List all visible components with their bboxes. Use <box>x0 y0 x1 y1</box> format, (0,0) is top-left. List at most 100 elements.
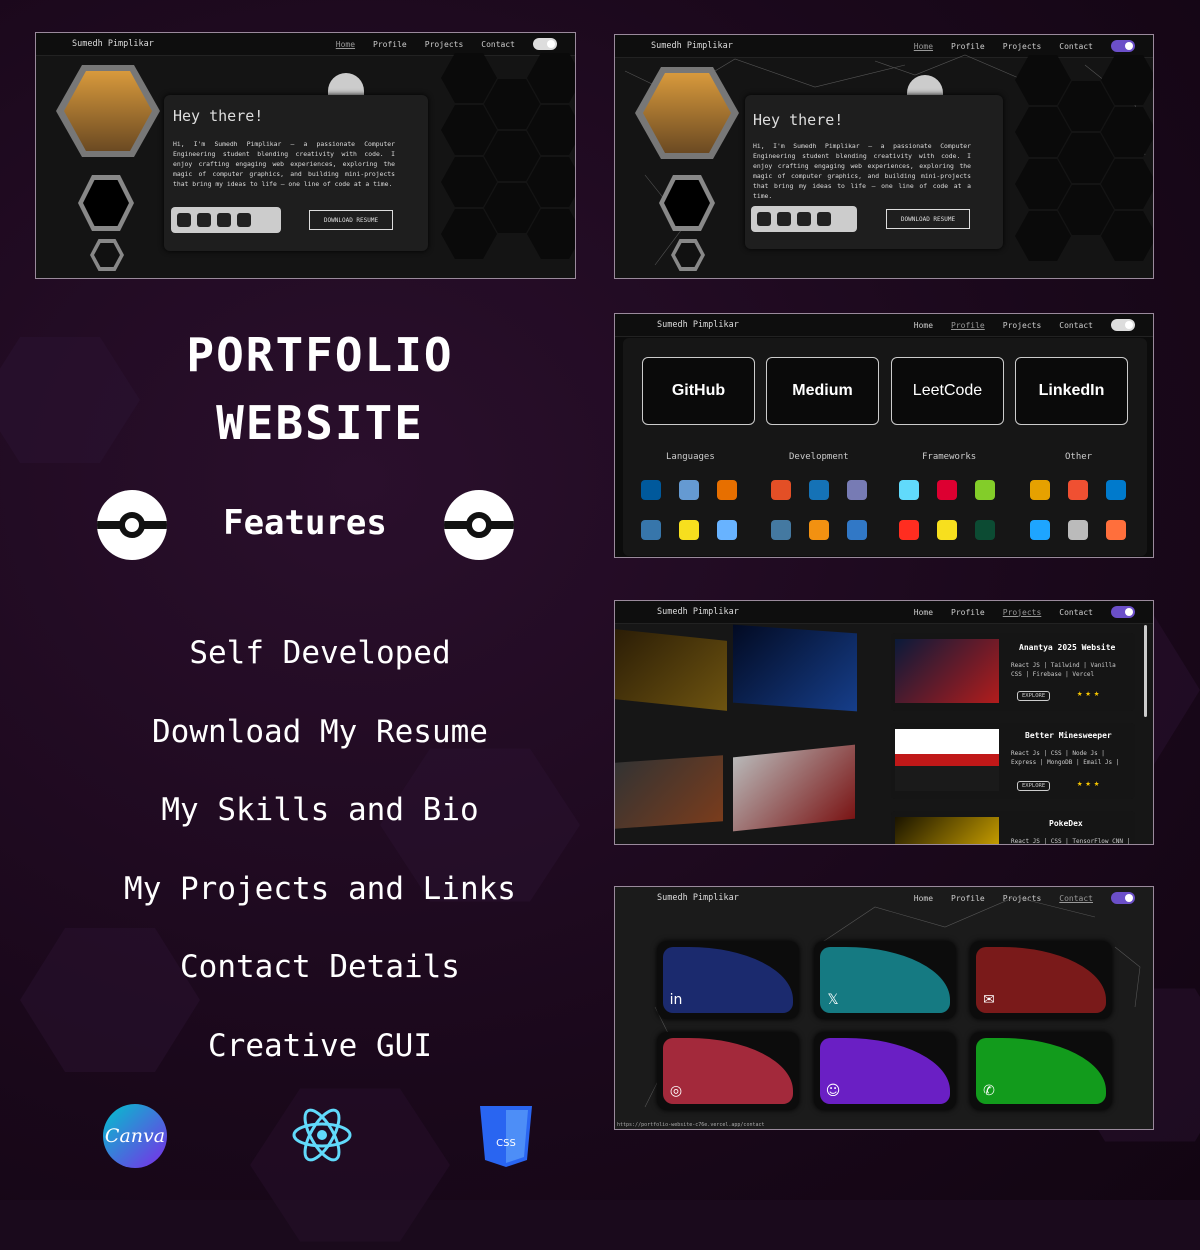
skill-icon <box>975 520 995 540</box>
whatsapp-button[interactable] <box>817 212 831 226</box>
greeting: Hey there! <box>753 111 844 129</box>
linkedin-button[interactable] <box>217 213 231 227</box>
nav-projects[interactable]: Projects <box>425 40 464 49</box>
whatsapp-button[interactable] <box>237 213 251 227</box>
nav-home[interactable]: Home <box>336 40 355 49</box>
avatar <box>56 65 160 157</box>
discord-icon: ☺ <box>825 1083 841 1099</box>
hex-tile <box>441 53 497 103</box>
category-other: Other <box>1065 452 1093 462</box>
nav-contact[interactable]: Contact <box>1059 608 1093 617</box>
category-languages: Languages <box>666 452 715 462</box>
nav-contact[interactable]: Contact <box>1059 321 1093 330</box>
linkedin-label: LinkedIn <box>1038 382 1105 399</box>
leetcode-link[interactable]: LeetCode <box>891 357 1004 425</box>
project-title: PokeDex <box>1049 819 1083 828</box>
github-link[interactable]: GitHub <box>642 357 755 425</box>
telegram-button[interactable] <box>757 212 771 226</box>
download-resume-button[interactable]: DOWNLOAD RESUME <box>309 210 393 230</box>
page-title-line2: WEBSITE <box>216 396 424 450</box>
skill-icon <box>809 480 829 500</box>
nav-home[interactable]: Home <box>914 608 933 617</box>
whatsapp-icon: ✆ <box>983 1083 995 1099</box>
screenshot-home-dark: Sumedh Pimplikar Home Profile Projects C… <box>614 34 1154 279</box>
brand-name: Sumedh Pimplikar <box>72 39 154 49</box>
page-title: PORTFOLIO <box>186 328 454 382</box>
project-card: Better Minesweeper React Js | CSS | Node… <box>891 723 1135 799</box>
hex-decoration <box>90 239 124 271</box>
project-card: PokeDex React JS | CSS | TensorFlow CNN … <box>891 811 1135 844</box>
nav-profile[interactable]: Profile <box>951 608 985 617</box>
theme-toggle[interactable] <box>533 38 557 50</box>
skill-icon <box>1068 480 1088 500</box>
feature-item: My Projects and Links <box>124 871 516 907</box>
nav-projects[interactable]: Projects <box>1003 321 1042 330</box>
skill-icon <box>641 520 661 540</box>
brand-name: Sumedh Pimplikar <box>657 607 739 617</box>
feature-item: Creative GUI <box>208 1028 432 1064</box>
features-heading: Features <box>223 503 387 543</box>
bio-text: Hi, I'm Sumedh Pimplikar – a passionate … <box>173 140 395 188</box>
hex-tile <box>484 183 540 233</box>
nav-profile[interactable]: Profile <box>373 40 407 49</box>
social-buttons <box>751 206 857 232</box>
project-title: Better Minesweeper <box>1025 731 1112 740</box>
screenshot-contact: Sumedh Pimplikar Home Profile Projects C… <box>614 886 1154 1130</box>
pokeball-icon <box>97 490 167 560</box>
skill-icon <box>679 480 699 500</box>
hex-tile <box>484 79 540 129</box>
linkedin-link[interactable]: LinkedIn <box>1015 357 1128 425</box>
hex-decoration <box>78 175 134 231</box>
telegram-button[interactable] <box>177 213 191 227</box>
instagram-icon: ◎ <box>669 1083 683 1099</box>
scrollbar[interactable] <box>1144 625 1147 717</box>
contact-card[interactable]: in <box>657 941 799 1019</box>
status-url: https://portfolio-website-c76e.vercel.ap… <box>617 1122 765 1128</box>
twitter-button[interactable] <box>197 213 211 227</box>
category-frameworks: Frameworks <box>922 452 977 462</box>
skill-icon <box>847 480 867 500</box>
contact-card[interactable]: ✉ <box>970 941 1112 1019</box>
project-thumbnail <box>895 639 999 703</box>
nav-home[interactable]: Home <box>914 321 933 330</box>
greeting: Hey there! <box>173 107 264 125</box>
skill-icon <box>899 480 919 500</box>
linkedin-icon: in <box>669 992 683 1008</box>
hex-tile <box>441 209 497 259</box>
nav-projects[interactable]: Projects <box>1003 608 1042 617</box>
contact-card[interactable]: 𝕏 <box>814 941 956 1019</box>
skill-icon <box>1030 480 1050 500</box>
skill-icon <box>937 480 957 500</box>
skill-icon <box>1030 520 1050 540</box>
skill-icon <box>1106 520 1126 540</box>
contact-card[interactable]: ✆ <box>970 1032 1112 1110</box>
nav-contact[interactable]: Contact <box>481 40 515 49</box>
intro-card: Hey there! Hi, I'm Sumedh Pimplikar – a … <box>164 95 428 251</box>
linkedin-button[interactable] <box>797 212 811 226</box>
project-preview-3d <box>615 755 723 829</box>
project-preview-3d <box>733 624 857 712</box>
medium-label: Medium <box>792 382 853 399</box>
theme-toggle[interactable] <box>1111 606 1135 618</box>
hex-tile <box>441 105 497 155</box>
project-tech: React JS | Tailwind | Vanilla CSS | Fire… <box>1011 662 1116 678</box>
explore-button[interactable]: EXPLORE <box>1017 691 1051 701</box>
css3-label: CSS <box>496 1138 516 1149</box>
twitter-button[interactable] <box>777 212 791 226</box>
contact-card[interactable]: ☺ <box>814 1032 956 1110</box>
skill-icon <box>975 480 995 500</box>
download-resume-button[interactable]: DOWNLOAD RESUME <box>886 209 970 229</box>
project-preview-3d <box>615 629 727 711</box>
contact-card[interactable]: ◎ <box>657 1032 799 1110</box>
mail-icon: ✉ <box>983 992 995 1008</box>
navbar: Sumedh Pimplikar Home Profile Projects C… <box>615 314 1153 337</box>
nav-profile[interactable]: Profile <box>951 321 985 330</box>
theme-toggle[interactable] <box>1111 319 1135 331</box>
medium-link[interactable]: Medium <box>766 357 879 425</box>
project-rating: ★★★ <box>1077 779 1103 789</box>
navbar: Sumedh Pimplikar Home Profile Projects C… <box>615 601 1153 624</box>
explore-button[interactable]: EXPLORE <box>1017 781 1051 791</box>
skill-icon <box>771 480 791 500</box>
skill-icon <box>847 520 867 540</box>
project-thumbnail <box>895 817 999 844</box>
